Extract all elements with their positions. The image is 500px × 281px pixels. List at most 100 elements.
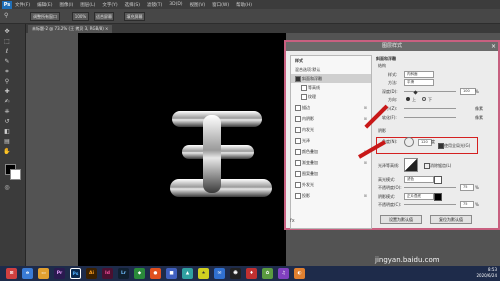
hand-tool-icon[interactable]: ✋ (3, 148, 11, 156)
actual-pixels-button[interactable]: 100% (72, 12, 89, 21)
add-icon[interactable]: ⊞ (364, 103, 367, 112)
add-icon[interactable]: ⊞ (364, 191, 367, 200)
illustrator-icon[interactable]: Ai (86, 268, 97, 279)
app-icon[interactable]: ◐ (294, 268, 305, 279)
angle-dial[interactable] (404, 137, 414, 147)
qq-icon[interactable]: ☻ (230, 268, 241, 279)
make-default-button[interactable]: 设置为默认值 (380, 215, 422, 224)
checkbox[interactable] (301, 94, 307, 100)
checkbox[interactable] (295, 127, 301, 133)
history-brush-tool-icon[interactable]: ↺ (3, 118, 11, 126)
menu-3d[interactable]: 3D(D) (169, 2, 182, 7)
folder-icon[interactable]: ▭ (38, 268, 49, 279)
indesign-icon[interactable]: Id (102, 268, 113, 279)
checkbox[interactable] (295, 160, 301, 166)
checkbox[interactable] (295, 138, 301, 144)
style-item-stroke[interactable]: 描边 ⊞ (291, 103, 371, 112)
marquee-tool-icon[interactable]: ⬚ (3, 38, 11, 46)
menu-window[interactable]: 窗口(W) (212, 2, 229, 8)
add-icon[interactable]: ⊞ (364, 158, 367, 167)
healing-tool-icon[interactable]: ✚ (3, 88, 11, 96)
gloss-contour-preview[interactable] (404, 158, 418, 172)
fit-screen-button[interactable]: 适合屏幕 (94, 12, 114, 21)
checkbox[interactable] (295, 76, 301, 82)
crop-tool-icon[interactable]: ⌗ (3, 68, 11, 76)
style-item-contour[interactable]: 等高线 (291, 83, 371, 92)
soften-slider[interactable] (404, 117, 456, 118)
method-select[interactable]: 平滑 (404, 79, 434, 86)
eyedropper-tool-icon[interactable]: ⚲ (3, 78, 11, 86)
quick-mask-icon[interactable]: ◎ (3, 184, 11, 192)
style-item-gradient-overlay[interactable]: 渐变叠加 ⊞ (291, 158, 371, 167)
direction-up-radio[interactable] (406, 97, 410, 101)
lasso-tool-icon[interactable]: ℓ (3, 48, 11, 56)
menu-help[interactable]: 帮助(H) (236, 2, 252, 8)
style-item-bevel-emboss[interactable]: 斜面和浮雕 (291, 74, 371, 83)
blend-options-item[interactable]: 混合选项:默认 (291, 65, 371, 74)
app-icon[interactable]: ★ (198, 268, 209, 279)
menu-view[interactable]: 视图(V) (190, 2, 206, 8)
document-canvas[interactable] (78, 33, 286, 266)
checkbox[interactable] (295, 149, 301, 155)
app-icon[interactable]: ◆ (134, 268, 145, 279)
app-icon[interactable]: ▲ (182, 268, 193, 279)
gradient-tool-icon[interactable]: ▤ (3, 138, 11, 146)
menu-image[interactable]: 图像(I) (59, 2, 73, 8)
quick-select-tool-icon[interactable]: ✎ (3, 58, 11, 66)
style-item-pattern-overlay[interactable]: 图案叠加 (291, 169, 371, 178)
shadow-opacity-input[interactable]: 75 (460, 201, 474, 208)
menu-edit[interactable]: 编辑(E) (37, 2, 52, 8)
checkbox[interactable] (295, 193, 301, 199)
menu-type[interactable]: 文字(Y) (102, 2, 117, 8)
style-item-drop-shadow[interactable]: 投影 ⊞ (291, 191, 371, 200)
style-item-satin[interactable]: 光泽 (291, 136, 371, 145)
highlight-color-swatch[interactable] (434, 176, 442, 184)
app-icon[interactable]: ● (150, 268, 161, 279)
menu-filter[interactable]: 滤镜(T) (147, 2, 162, 8)
tab-document[interactable]: 未标题-2 @ 73.2% (王 拷贝 3, RGB/8) × (28, 25, 113, 33)
depth-slider[interactable] (404, 91, 456, 92)
photoshop-taskbar-icon[interactable]: Ps (70, 268, 81, 279)
shadow-mode-select[interactable]: 正片叠底 (404, 193, 434, 200)
menu-select[interactable]: 选择(S) (125, 2, 140, 8)
shadow-color-swatch[interactable] (434, 193, 442, 201)
checkbox[interactable] (295, 105, 301, 111)
shadow-opacity-slider[interactable] (404, 204, 456, 205)
highlight-opacity-input[interactable]: 75 (460, 184, 474, 191)
style-select[interactable]: 内斜面 (404, 71, 434, 78)
resize-windows-button[interactable]: 调整所有窗口 (30, 12, 60, 21)
menu-file[interactable]: 文件(F) (15, 2, 30, 8)
depth-slider-knob[interactable] (413, 90, 418, 95)
app-icon[interactable]: ✿ (262, 268, 273, 279)
add-icon[interactable]: ⊞ (364, 114, 367, 123)
premiere-icon[interactable]: Pr (54, 268, 65, 279)
depth-input[interactable]: 100 (460, 88, 476, 95)
app-icon[interactable]: ♫ (278, 268, 289, 279)
eraser-tool-icon[interactable]: ◧ (3, 128, 11, 136)
menu-layer[interactable]: 图层(L) (80, 2, 95, 8)
close-icon[interactable]: × (491, 42, 496, 51)
direction-down-radio[interactable] (422, 97, 426, 101)
stamp-tool-icon[interactable]: ⎈ (3, 108, 11, 116)
style-item-inner-shadow[interactable]: 内阴影 ⊞ (291, 114, 371, 123)
reset-default-button[interactable]: 复位为默认值 (430, 215, 472, 224)
start-icon[interactable]: ⊞ (6, 268, 17, 279)
style-item-outer-glow[interactable]: 外发光 (291, 180, 371, 189)
app-icon[interactable]: ♦ (246, 268, 257, 279)
style-item-inner-glow[interactable]: 内发光 (291, 125, 371, 134)
background-color-swatch[interactable] (10, 169, 21, 180)
checkbox[interactable] (295, 116, 301, 122)
app-icon[interactable]: ✉ (214, 268, 225, 279)
fill-screen-button[interactable]: 填充屏幕 (124, 12, 145, 21)
move-tool-icon[interactable]: ✥ (3, 28, 11, 36)
highlight-mode-select[interactable]: 滤色 (404, 176, 434, 183)
size-slider[interactable] (404, 108, 456, 109)
lightroom-icon[interactable]: Lr (118, 268, 129, 279)
highlight-opacity-slider[interactable] (404, 187, 456, 188)
style-item-texture[interactable]: 纹理 (291, 92, 371, 101)
angle-input[interactable]: 120 (418, 139, 432, 146)
system-clock[interactable]: 8:53 2020/6/24 (476, 267, 497, 279)
checkbox[interactable] (295, 171, 301, 177)
browser-icon[interactable]: e (22, 268, 33, 279)
fx-icon[interactable]: fx (290, 218, 295, 224)
